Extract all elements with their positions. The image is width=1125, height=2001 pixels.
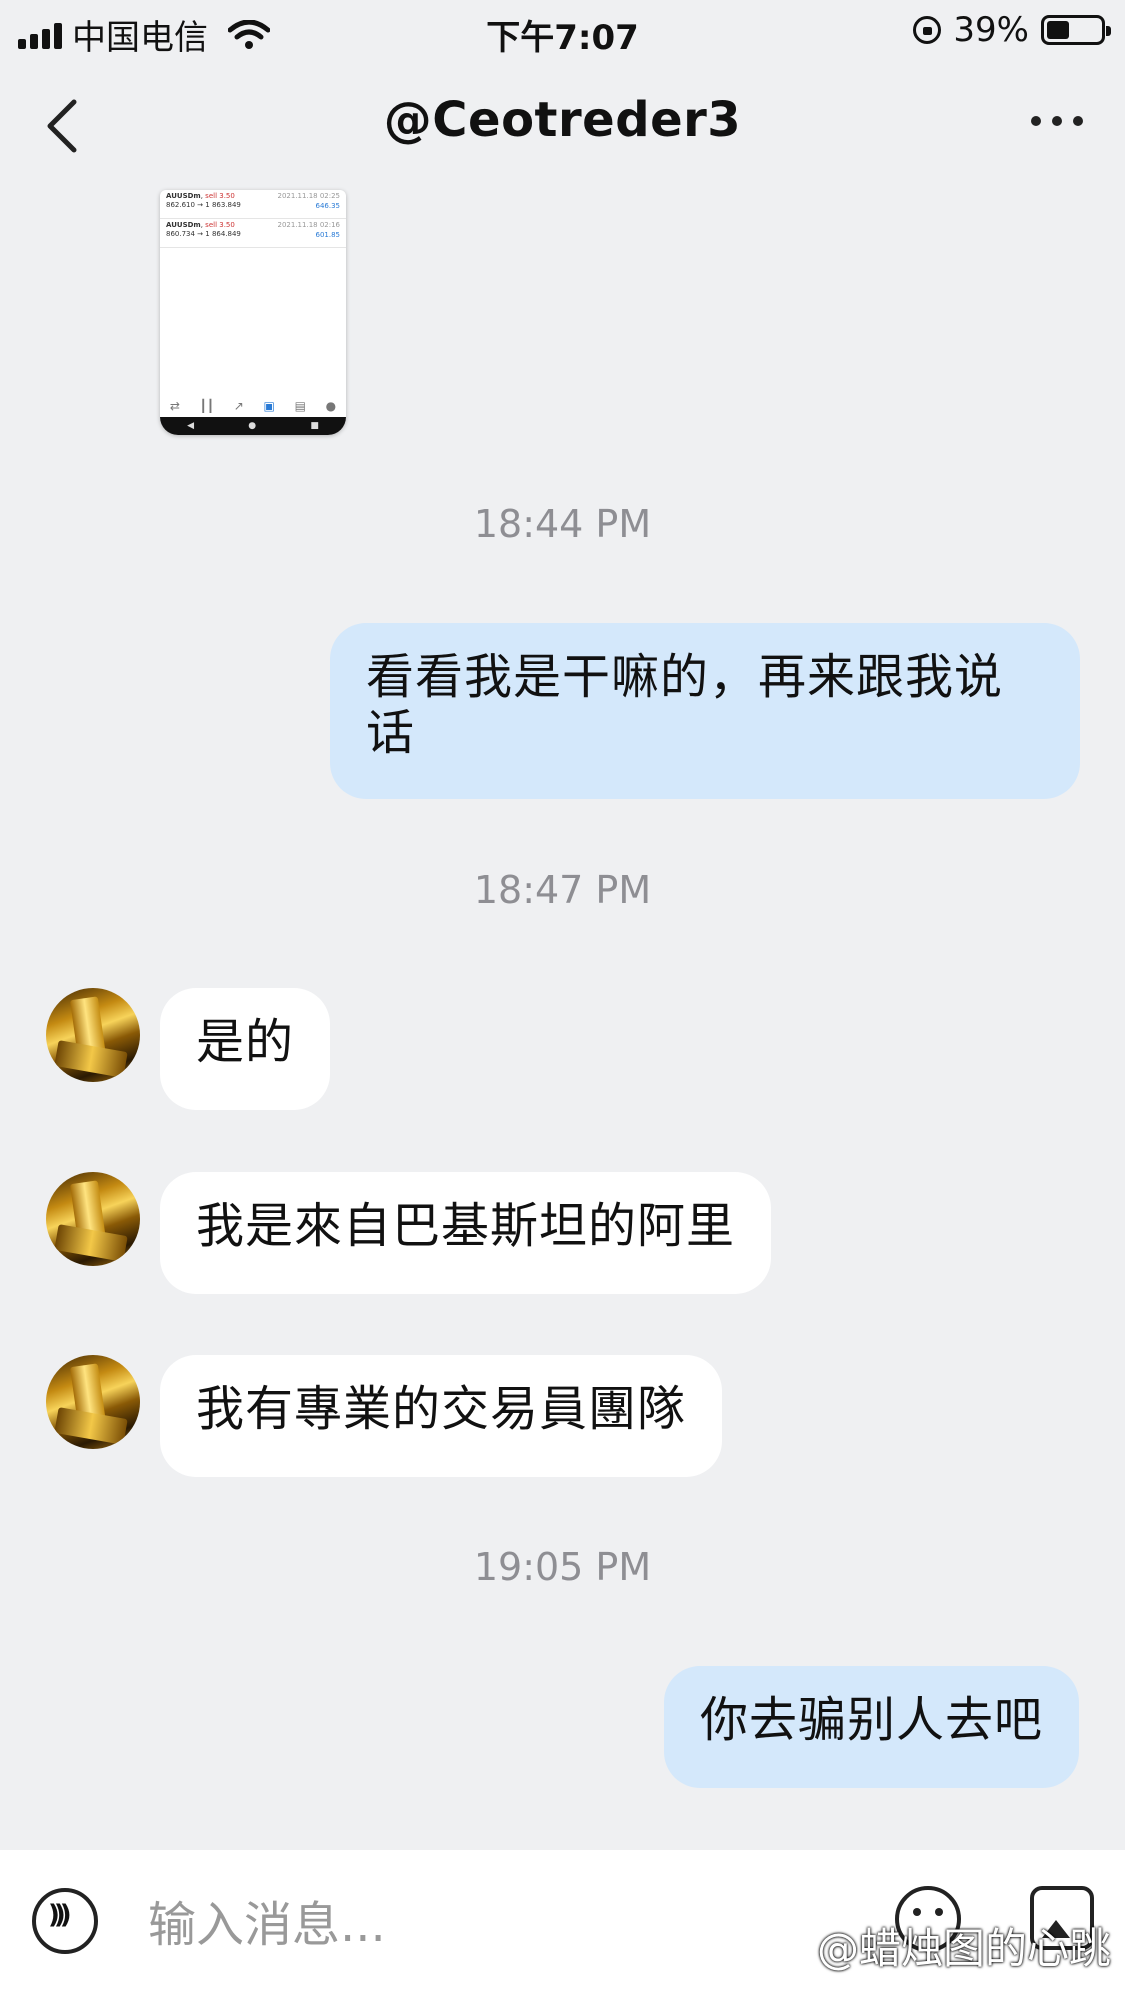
- trade-action: sell 3.50: [205, 221, 235, 229]
- back-triangle-icon: ◀: [187, 421, 195, 431]
- android-nav-bar: ◀ ● ■: [160, 417, 346, 435]
- incoming-message[interactable]: 是的: [160, 988, 331, 1110]
- trade-symbol: AUUSDm: [166, 221, 201, 229]
- timestamp: 18:47 PM: [473, 868, 652, 912]
- chat-header: @Ceotreder3: [0, 80, 1125, 170]
- trade-profit: 601.85: [315, 231, 341, 239]
- message-input[interactable]: 输入消息...: [148, 1890, 848, 1960]
- battery-percent: 39%: [953, 10, 1029, 50]
- trade-icon: ↗: [233, 399, 244, 413]
- chat-icon: ●: [325, 399, 337, 413]
- outgoing-message[interactable]: 看看我是干嘛的，再来跟我说话: [330, 623, 1080, 799]
- voice-icon[interactable]: [32, 1888, 98, 1954]
- orientation-lock-icon: [913, 16, 942, 44]
- trade-row: AUUSDm, sell 3.50 860.734 → 1 864.849 20…: [160, 219, 346, 248]
- recents-square-icon: ■: [310, 421, 319, 431]
- watermark: @蜡烛图的心跳: [816, 1924, 1111, 1973]
- trade-row: AUUSDm, sell 3.50 862.610 → 1 863.849 20…: [160, 190, 346, 219]
- trade-prices: 860.734 → 1 864.849: [166, 230, 241, 238]
- trade-time: 2021.11.18 02:16: [277, 221, 340, 229]
- trade-symbol: AUUSDm: [166, 192, 201, 200]
- image-message-thumbnail[interactable]: AUUSDm, sell 3.50 862.610 → 1 863.849 20…: [160, 190, 346, 435]
- incoming-message[interactable]: 我有專業的交易員團隊: [160, 1355, 723, 1477]
- quotes-icon: ⇄: [169, 399, 180, 413]
- avatar[interactable]: [46, 988, 140, 1082]
- timestamp: 18:44 PM: [473, 502, 652, 546]
- timestamp: 19:05 PM: [473, 1545, 652, 1589]
- thumbnail-toolbar: ⇄ ┃┃ ↗ ▣ ▤ ●: [160, 399, 346, 413]
- home-circle-icon: ●: [248, 421, 257, 431]
- history-icon: ▣: [263, 399, 275, 413]
- trade-time: 2021.11.18 02:25: [277, 192, 340, 200]
- news-icon: ▤: [294, 399, 306, 413]
- status-right: 39%: [913, 10, 1111, 50]
- more-dots-icon[interactable]: [1031, 116, 1083, 126]
- chart-icon: ┃┃: [199, 399, 215, 413]
- incoming-message[interactable]: 我是來自巴基斯坦的阿里: [160, 1172, 772, 1294]
- trade-prices: 862.610 → 1 863.849: [166, 201, 241, 209]
- chat-title: @Ceotreder3: [383, 92, 742, 148]
- trade-action: sell 3.50: [205, 192, 235, 200]
- battery-icon: [1041, 15, 1111, 45]
- avatar[interactable]: [46, 1172, 140, 1266]
- status-bar: 中国电信 下午7:07 39%: [0, 0, 1125, 62]
- outgoing-message[interactable]: 你去骗别人去吧: [663, 1666, 1079, 1788]
- trade-profit: 646.35: [315, 202, 341, 210]
- avatar[interactable]: [46, 1355, 140, 1449]
